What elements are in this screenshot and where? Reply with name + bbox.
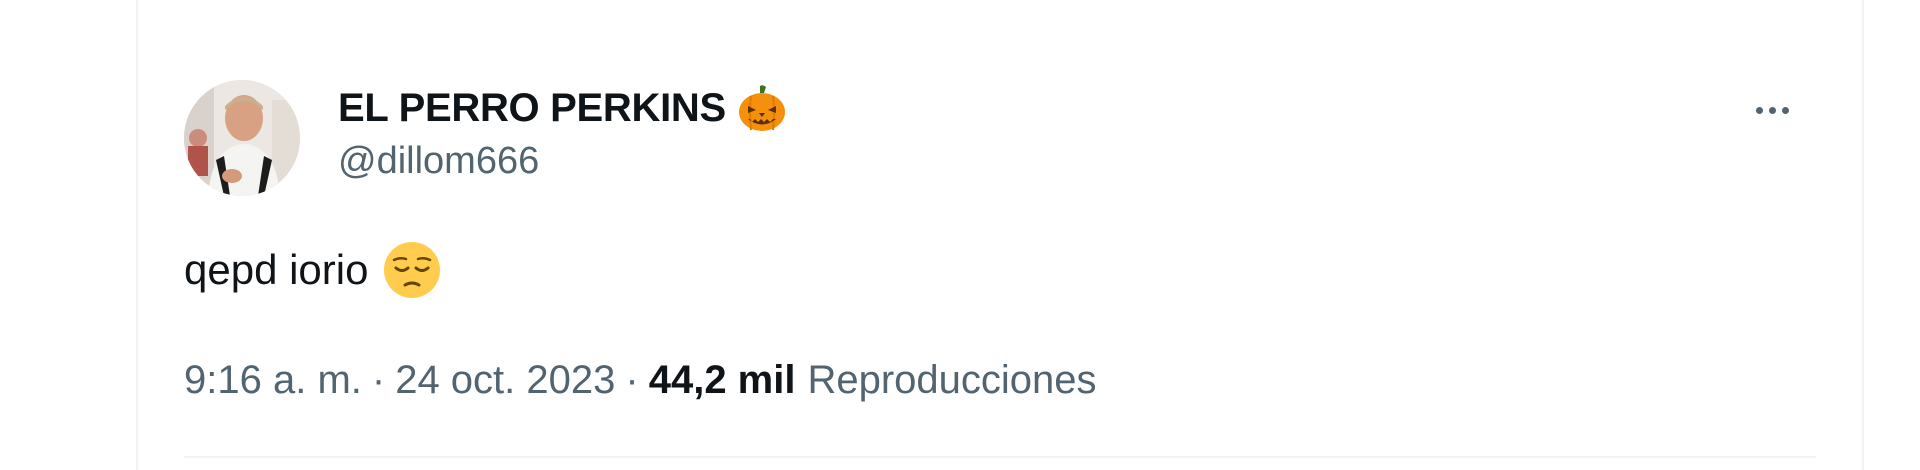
more-options-icon xyxy=(1755,106,1763,114)
user-info: EL PERRO PERKINS @dillom666 xyxy=(338,80,788,183)
divider xyxy=(184,456,1816,458)
more-options-icon-dot xyxy=(1768,106,1776,114)
separator: · xyxy=(625,357,639,402)
more-options-icon-dot xyxy=(1781,106,1789,114)
tweet-text: qepd iorio xyxy=(184,246,369,293)
avatar[interactable] xyxy=(184,80,300,196)
more-options-button[interactable] xyxy=(1744,92,1800,128)
page: EL PERRO PERKINS @dillom666 qepd iorio 9… xyxy=(0,0,1920,470)
separator: · xyxy=(371,357,386,402)
display-name-row[interactable]: EL PERRO PERKINS xyxy=(338,80,788,136)
pensive-face-icon xyxy=(382,240,442,300)
tweet-date[interactable]: 24 oct. 2023 xyxy=(395,358,615,403)
user-handle[interactable]: @dillom666 xyxy=(338,140,788,183)
tweet[interactable]: EL PERRO PERKINS @dillom666 qepd iorio 9… xyxy=(184,0,1816,470)
tweet-time[interactable]: 9:16 a. m. xyxy=(184,358,362,403)
display-name[interactable]: EL PERRO PERKINS xyxy=(338,86,726,131)
jack-o-lantern-icon xyxy=(736,82,788,134)
views-count[interactable]: 44,2 mil xyxy=(649,358,796,403)
views-label[interactable]: Reproducciones xyxy=(807,358,1096,403)
tweet-metadata: 9:16 a. m. · 24 oct. 2023 · 44,2 mil Rep… xyxy=(184,352,1097,408)
avatar-photo xyxy=(184,80,300,196)
tweet-body: qepd iorio xyxy=(184,238,442,302)
timeline-column: EL PERRO PERKINS @dillom666 qepd iorio 9… xyxy=(136,0,1864,470)
